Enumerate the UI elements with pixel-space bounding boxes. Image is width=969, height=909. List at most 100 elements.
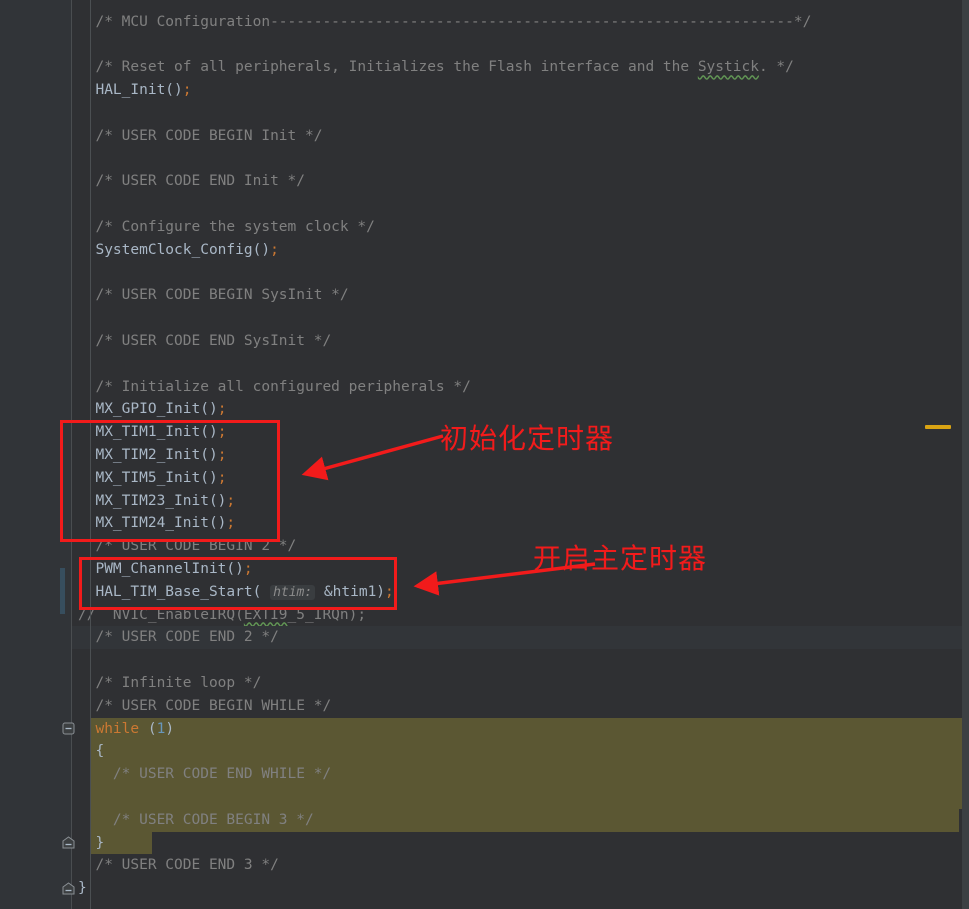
vertical-scrollbar[interactable] bbox=[962, 0, 969, 909]
code-line[interactable]: 157 /* USER CODE END 3 */ bbox=[0, 854, 969, 877]
line-text: /* USER CODE END 2 */ bbox=[78, 626, 279, 649]
code-line[interactable]: 155 /* USER CODE BEGIN 3 */ bbox=[0, 808, 969, 832]
fold-end-icon-line-158[interactable] bbox=[62, 882, 75, 895]
code-line[interactable]: 137 MX_GPIO_Init(); bbox=[0, 398, 969, 421]
code-line[interactable]: 135 bbox=[0, 353, 969, 376]
code-line[interactable]: 150 /* USER CODE BEGIN WHILE */ bbox=[0, 695, 969, 718]
line-text: PWM_ChannelInit(); bbox=[78, 558, 252, 581]
code-token: { bbox=[78, 743, 105, 760]
code-token: ; bbox=[270, 241, 279, 258]
line-text: /* USER CODE END WHILE */ bbox=[78, 763, 331, 786]
code-line[interactable]: 125 /* USER CODE BEGIN Init */ bbox=[0, 125, 969, 148]
code-line[interactable]: 158} bbox=[0, 877, 969, 900]
line-highlight bbox=[90, 740, 962, 764]
code-line[interactable]: 126 bbox=[0, 148, 969, 171]
code-line[interactable]: 144 PWM_ChannelInit(); bbox=[0, 558, 969, 581]
code-token: /* USER CODE END Init */ bbox=[95, 173, 305, 190]
code-line[interactable]: 129 /* Configure the system clock */ bbox=[0, 216, 969, 239]
code-line[interactable]: 142 MX_TIM24_Init(); bbox=[0, 512, 969, 535]
code-line[interactable]: 154 bbox=[0, 786, 969, 809]
code-token: Systick bbox=[697, 59, 759, 76]
code-line[interactable]: 123 HAL_Init(); bbox=[0, 79, 969, 102]
code-token: &htim1) bbox=[315, 583, 386, 600]
code-line[interactable]: 148 bbox=[0, 649, 969, 672]
code-line[interactable]: 124 bbox=[0, 102, 969, 125]
line-highlight bbox=[72, 353, 962, 376]
fold-end-icon-line-156[interactable] bbox=[62, 836, 75, 849]
code-line[interactable]: 151 while (1) bbox=[0, 717, 969, 741]
code-line[interactable]: 156 } bbox=[0, 831, 969, 855]
code-token: MX_TIM24_Init() bbox=[78, 515, 227, 532]
line-highlight bbox=[72, 0, 962, 11]
line-text: /* USER CODE BEGIN 2 */ bbox=[78, 535, 296, 558]
gutter-separator bbox=[71, 0, 72, 909]
code-line[interactable]: 140 MX_TIM5_Init(); bbox=[0, 467, 969, 490]
code-line[interactable]: 152 { bbox=[0, 740, 969, 764]
code-token: ; bbox=[226, 492, 236, 509]
line-text: /* MCU Configuration--------------------… bbox=[78, 11, 811, 34]
code-line[interactable]: 132 /* USER CODE BEGIN SysInit */ bbox=[0, 284, 969, 307]
code-line[interactable]: 122 /* Reset of all peripherals, Initial… bbox=[0, 56, 969, 79]
line-text: /* USER CODE BEGIN WHILE */ bbox=[78, 695, 331, 718]
code-line[interactable]: 131 bbox=[0, 262, 969, 285]
code-token: /* USER CODE END 3 */ bbox=[95, 857, 279, 874]
vcs-change-bar[interactable] bbox=[60, 568, 65, 614]
fold-collapse-icon-line-151[interactable] bbox=[62, 722, 75, 735]
code-token: EXTI9 bbox=[243, 606, 288, 623]
line-number-gutter bbox=[0, 0, 72, 909]
code-token: ; bbox=[226, 515, 236, 532]
code-line[interactable]: 120 /* MCU Configuration----------------… bbox=[0, 11, 969, 34]
code-line[interactable]: 146// NVIC_EnableIRQ(EXTI9_5_IRQn); bbox=[0, 604, 969, 627]
code-line[interactable]: 159 bbox=[0, 900, 969, 909]
line-text: /* USER CODE END 3 */ bbox=[78, 854, 279, 877]
line-text: MX_TIM2_Init(); bbox=[78, 444, 226, 467]
code-line[interactable]: 143 /* USER CODE BEGIN 2 */ bbox=[0, 535, 969, 558]
code-line[interactable]: 145 HAL_TIM_Base_Start( htim: &htim1); bbox=[0, 581, 969, 604]
line-text: /* USER CODE END Init */ bbox=[78, 170, 305, 193]
code-editor[interactable]: 119120 /* MCU Configuration-------------… bbox=[0, 0, 969, 909]
code-token: while bbox=[95, 720, 140, 737]
code-token: /* Reset of all peripherals, Initializes… bbox=[95, 59, 698, 76]
code-line[interactable]: 138 MX_TIM1_Init(); bbox=[0, 421, 969, 444]
code-line[interactable]: 149 /* Infinite loop */ bbox=[0, 672, 969, 695]
code-line[interactable]: 121 bbox=[0, 34, 969, 57]
code-token: SystemClock_Config() bbox=[78, 241, 271, 258]
code-line[interactable]: 128 bbox=[0, 193, 969, 216]
code-line[interactable]: 127 /* USER CODE END Init */ bbox=[0, 170, 969, 193]
line-text: MX_TIM5_Init(); bbox=[78, 467, 226, 490]
code-token: ; bbox=[217, 401, 227, 418]
code-token: /* USER CODE END SysInit */ bbox=[95, 333, 332, 349]
code-line[interactable]: 153 /* USER CODE END WHILE */ bbox=[0, 763, 969, 786]
code-line[interactable]: 139 MX_TIM2_Init(); bbox=[0, 444, 969, 467]
code-token: . */ bbox=[758, 59, 794, 76]
code-line[interactable]: 147 /* USER CODE END 2 */ bbox=[0, 626, 969, 650]
code-line[interactable]: 141 MX_TIM23_Init(); bbox=[0, 490, 969, 513]
line-text: /* USER CODE END SysInit */ bbox=[78, 330, 331, 353]
line-text: /* USER CODE BEGIN 3 */ bbox=[78, 809, 314, 832]
code-token: /* USER CODE BEGIN 2 */ bbox=[95, 538, 297, 555]
line-text: MX_GPIO_Init(); bbox=[78, 398, 226, 421]
line-highlight bbox=[72, 307, 962, 330]
code-line[interactable]: 133 bbox=[0, 307, 969, 330]
code-token: /* USER CODE END 2 */ bbox=[95, 629, 279, 646]
line-highlight bbox=[72, 148, 962, 171]
line-highlight bbox=[72, 877, 962, 900]
warning-marker[interactable] bbox=[925, 425, 951, 429]
line-highlight bbox=[72, 262, 962, 285]
code-line[interactable]: 134 /* USER CODE END SysInit */ bbox=[0, 330, 969, 353]
code-line[interactable]: 136 /* Initialize all configured periphe… bbox=[0, 376, 969, 399]
code-line[interactable]: 130 SystemClock_Config(); bbox=[0, 239, 969, 262]
line-text: MX_TIM23_Init(); bbox=[78, 490, 235, 513]
code-token: ; bbox=[182, 82, 192, 99]
code-token: ; bbox=[217, 469, 227, 486]
code-line[interactable]: 119 bbox=[0, 0, 969, 11]
line-text: } bbox=[78, 832, 104, 855]
code-token: /* USER CODE END WHILE */ bbox=[112, 766, 332, 783]
